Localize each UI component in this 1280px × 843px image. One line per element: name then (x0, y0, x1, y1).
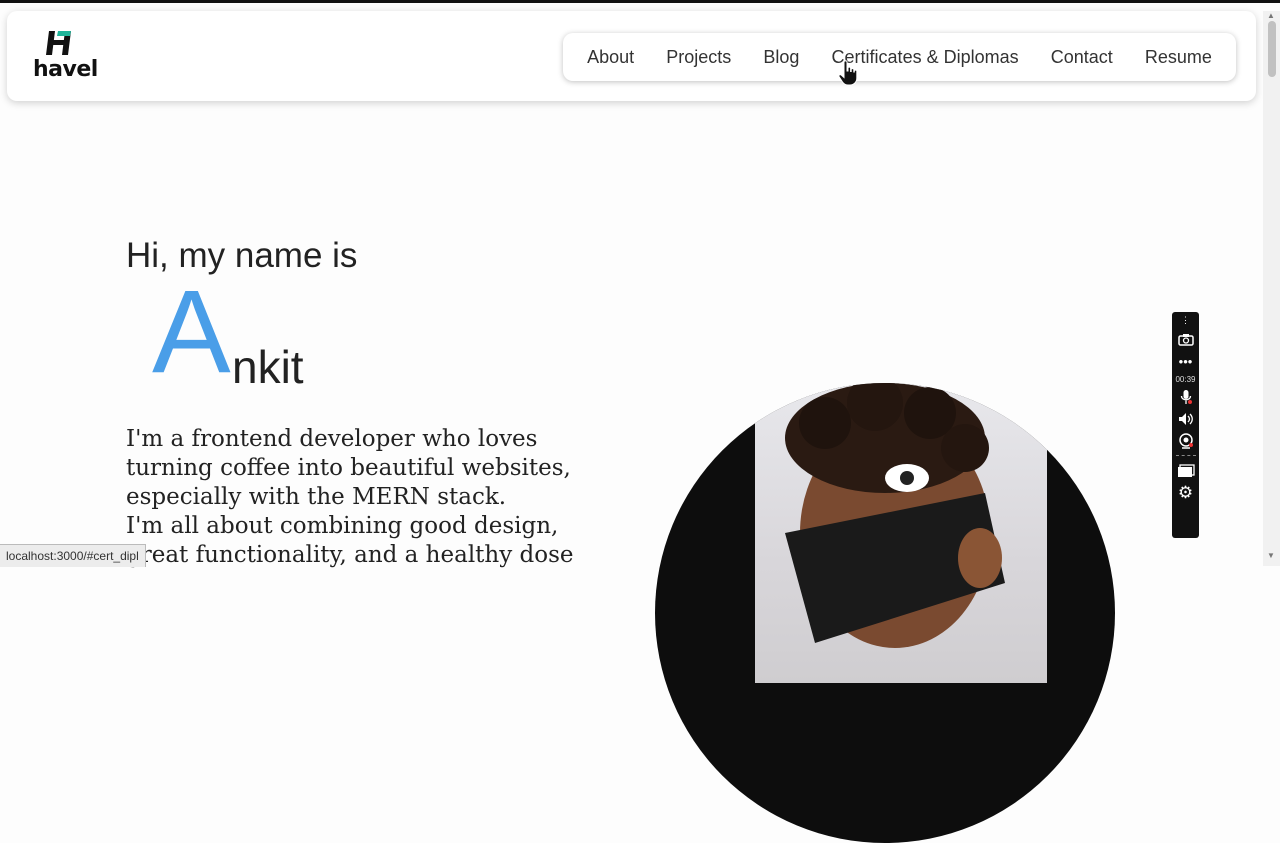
page-scrollbar[interactable]: ▲ ▼ (1263, 11, 1280, 566)
camera-icon[interactable] (1172, 328, 1199, 350)
bio-line: I'm a frontend developer who loves (126, 426, 538, 452)
screen-recorder-toolbar: ⋮ ••• 00:39 ⚙ (1172, 312, 1199, 538)
gear-icon[interactable]: ⚙ (1172, 482, 1199, 504)
site-logo[interactable]: havel (33, 29, 98, 85)
toolbar-divider (1175, 455, 1196, 457)
profile-photo (655, 383, 1115, 843)
profile-photo-image (755, 383, 1047, 683)
scroll-up-arrow-icon[interactable]: ▲ (1267, 11, 1275, 20)
nav-link-resume[interactable]: Resume (1145, 47, 1212, 68)
pin-more-icon[interactable]: ⋮ (1172, 312, 1199, 328)
bio-line: turning coffee into beautiful websites, (126, 455, 571, 481)
hero-name-initial: A (152, 266, 231, 398)
logo-text: havel (33, 57, 98, 82)
bio-line: I'm all about combining good design, (126, 513, 559, 539)
hero-name-rest: nkit (232, 341, 304, 393)
nav-link-certificates[interactable]: Certificates & Diplomas (832, 47, 1019, 68)
more-icon[interactable]: ••• (1172, 350, 1199, 372)
microphone-icon[interactable] (1172, 386, 1199, 408)
hand-pointer-icon (838, 60, 858, 86)
screen-icon[interactable] (1172, 460, 1199, 482)
scroll-down-arrow-icon[interactable]: ▼ (1267, 551, 1275, 560)
nav-link-contact[interactable]: Contact (1051, 47, 1113, 68)
speaker-icon[interactable] (1172, 408, 1199, 430)
scrollbar-thumb[interactable] (1268, 21, 1276, 77)
hero-bio: I'm a frontend developer who loves turni… (126, 425, 596, 570)
link-status-bar: localhost:3000/#cert_dipl (0, 544, 146, 567)
nav-link-blog[interactable]: Blog (763, 47, 799, 68)
webcam-icon[interactable] (1172, 430, 1199, 452)
browser-top-edge (0, 0, 1280, 3)
site-header: havel About Projects Blog Certificates &… (7, 11, 1256, 101)
nav-link-projects[interactable]: Projects (666, 47, 731, 68)
recording-timer: 00:39 (1175, 374, 1196, 384)
bio-line: especially with the MERN stack. (126, 484, 507, 510)
portrait-illustration (785, 383, 1005, 648)
main-nav: About Projects Blog Certificates & Diplo… (563, 33, 1236, 81)
nav-link-about[interactable]: About (587, 47, 634, 68)
logo-h-icon (46, 31, 71, 55)
